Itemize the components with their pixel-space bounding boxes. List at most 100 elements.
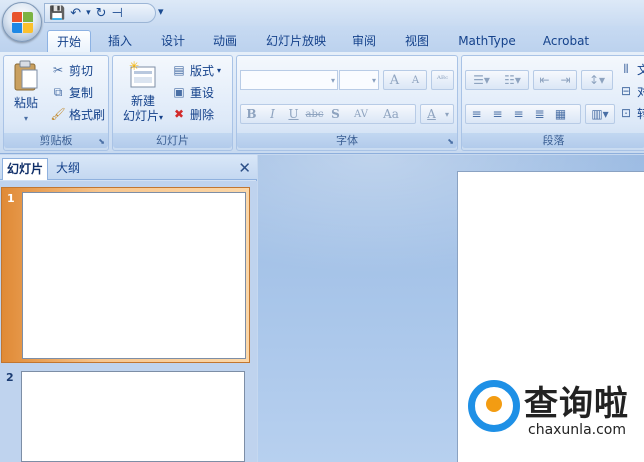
paragraph-group-label-text: 段落: [542, 134, 565, 147]
slide-number: 1: [7, 192, 15, 205]
format-painter-button[interactable]: 🖌 格式刷: [50, 105, 105, 123]
grow-font-button[interactable]: A: [384, 73, 405, 88]
numbering-icon[interactable]: ☷▾: [497, 73, 528, 87]
cut-button[interactable]: ✂ 剪切: [50, 61, 93, 79]
thumbnail-list[interactable]: 1 2: [0, 181, 257, 462]
clear-format-icon: ᴬᴮᶜ: [436, 75, 449, 85]
clipboard-group-label: 剪贴板: [4, 133, 108, 148]
undo-icon[interactable]: ↶: [70, 7, 81, 20]
text-direction-icon: ⫴: [623, 62, 629, 76]
convert-smartart-button[interactable]: ⊡ 转: [618, 104, 644, 122]
new-slide-label-line1: 新建: [130, 94, 155, 108]
office-button[interactable]: [2, 2, 42, 42]
slide-thumbnail[interactable]: [22, 192, 246, 359]
change-case-button[interactable]: Aa: [376, 107, 406, 121]
font-color-dropdown-icon: ▾: [444, 109, 449, 119]
font-launcher-icon[interactable]: ⬊: [447, 137, 454, 146]
watermark-logo: 查询啦 chaxunla.com: [468, 376, 638, 446]
tab-slide-show[interactable]: 幻灯片放映: [258, 30, 334, 52]
font-color-button[interactable]: A ▾: [420, 104, 454, 124]
customize-qat-icon[interactable]: ▾: [158, 5, 164, 18]
tab-view[interactable]: 视图: [397, 30, 437, 52]
svg-text:✳: ✳: [129, 60, 139, 73]
align-text-button[interactable]: ⊟ 对: [618, 82, 644, 100]
increase-indent-icon[interactable]: ⇥: [555, 73, 576, 87]
layout-dropdown-icon: ▾: [217, 65, 222, 75]
bold-button[interactable]: B: [241, 107, 262, 121]
columns-button[interactable]: ▥▾: [585, 104, 615, 124]
tab-mathtype[interactable]: MathType: [452, 30, 522, 52]
font-name-combo[interactable]: ▾: [240, 70, 338, 90]
align-text-icon: ⊟: [620, 84, 632, 98]
tab-animations[interactable]: 动画: [205, 30, 245, 52]
indent-buttons: ⇤ ⇥: [533, 70, 577, 90]
new-slide-label-text: 幻灯片: [122, 109, 159, 123]
cut-label: 剪切: [69, 63, 94, 78]
new-slide-button[interactable]: ✳ 新建 幻灯片▾: [117, 59, 169, 132]
font-size-combo[interactable]: ▾: [339, 70, 379, 90]
char-spacing-button[interactable]: AV: [346, 109, 376, 120]
align-left-icon[interactable]: ≡: [466, 107, 487, 121]
underline-button[interactable]: U: [283, 107, 304, 121]
shrink-font-button[interactable]: A: [405, 75, 426, 86]
align-center-icon[interactable]: ≡: [487, 107, 508, 121]
undo-dropdown-icon[interactable]: ▾: [86, 8, 91, 18]
font-name-dropdown-icon: ▾: [330, 76, 335, 85]
font-group: ▾ ▾ A A ᴬᴮᶜ B I U abc S AV Aa A ▾ 字体 ⬊: [236, 55, 458, 151]
line-spacing-button[interactable]: ↕▾: [581, 70, 613, 90]
close-icon[interactable]: ✕: [238, 159, 251, 177]
paste-icon: [14, 60, 38, 91]
scissors-icon: ✂: [52, 63, 64, 77]
delete-icon: ✖: [173, 107, 185, 121]
redo-icon[interactable]: ↻: [96, 7, 107, 20]
clipboard-group: 粘贴 ▾ ✂ 剪切 ⧉ 复制 🖌 格式刷 剪贴板 ⬊: [3, 55, 109, 151]
strikethrough-button[interactable]: abc: [304, 109, 325, 120]
reset-icon: ▣: [173, 85, 185, 99]
columns-icon: ▥▾: [591, 107, 609, 121]
layout-label: 版式: [190, 63, 215, 78]
new-slide-label-line2: 幻灯片▾: [117, 109, 169, 125]
paste-button[interactable]: 粘贴 ▾: [8, 60, 44, 132]
clipboard-launcher-icon[interactable]: ⬊: [98, 137, 105, 146]
tab-acrobat[interactable]: Acrobat: [536, 30, 596, 52]
shadow-button[interactable]: S: [325, 107, 346, 121]
delete-button[interactable]: ✖ 删除: [171, 105, 214, 123]
tab-design[interactable]: 设计: [153, 30, 193, 52]
slide-thumbnail-row[interactable]: 1: [1, 187, 250, 363]
new-slide-icon: ✳: [129, 59, 156, 88]
text-direction-button[interactable]: ⫴ 文: [618, 60, 644, 78]
distributed-icon[interactable]: ▦: [550, 107, 571, 121]
layout-icon: ▤: [173, 63, 185, 77]
reset-button[interactable]: ▣ 重设: [171, 83, 214, 101]
copy-label: 复制: [69, 85, 94, 100]
justify-icon[interactable]: ≣: [529, 107, 550, 121]
tab-insert[interactable]: 插入: [100, 30, 140, 52]
clear-format-button[interactable]: ᴬᴮᶜ: [431, 70, 454, 90]
italic-button[interactable]: I: [262, 107, 283, 121]
slides-group: ✳ 新建 幻灯片▾ ▤ 版式 ▾ ▣ 重设 ✖ 删除 幻灯片: [112, 55, 233, 151]
office-logo-icon: [12, 12, 34, 34]
save-icon[interactable]: 💾: [49, 7, 65, 20]
tab-review[interactable]: 审阅: [344, 30, 384, 52]
slides-panel: 幻灯片 大纲 ✕ 1 2: [0, 155, 257, 462]
tab-outline[interactable]: 大纲: [52, 158, 84, 180]
copy-button[interactable]: ⧉ 复制: [50, 83, 93, 101]
paragraph-group-label: 段落: [462, 133, 644, 148]
slides-group-label: 幻灯片: [113, 133, 232, 148]
align-text-label: 对: [637, 84, 644, 99]
line-spacing-icon: ↕▾: [588, 73, 606, 87]
font-size-dropdown-icon: ▾: [371, 76, 376, 85]
watermark-url: chaxunla.com: [528, 422, 626, 438]
slide-thumbnail[interactable]: [21, 371, 245, 462]
tab-slides-thumbnails[interactable]: 幻灯片: [2, 158, 49, 180]
decrease-indent-icon[interactable]: ⇤: [534, 73, 555, 87]
list-buttons: ☰▾ ☷▾: [465, 70, 529, 90]
slide-thumbnail-row[interactable]: 2: [1, 367, 250, 462]
format-painter-label: 格式刷: [69, 107, 106, 122]
tab-home[interactable]: 开始: [47, 30, 91, 52]
panel-tabs: 幻灯片 大纲 ✕: [0, 155, 257, 180]
print-icon[interactable]: ⊣: [112, 7, 123, 20]
layout-button[interactable]: ▤ 版式 ▾: [171, 61, 221, 79]
bullets-icon[interactable]: ☰▾: [466, 73, 497, 87]
align-right-icon[interactable]: ≡: [508, 107, 529, 121]
